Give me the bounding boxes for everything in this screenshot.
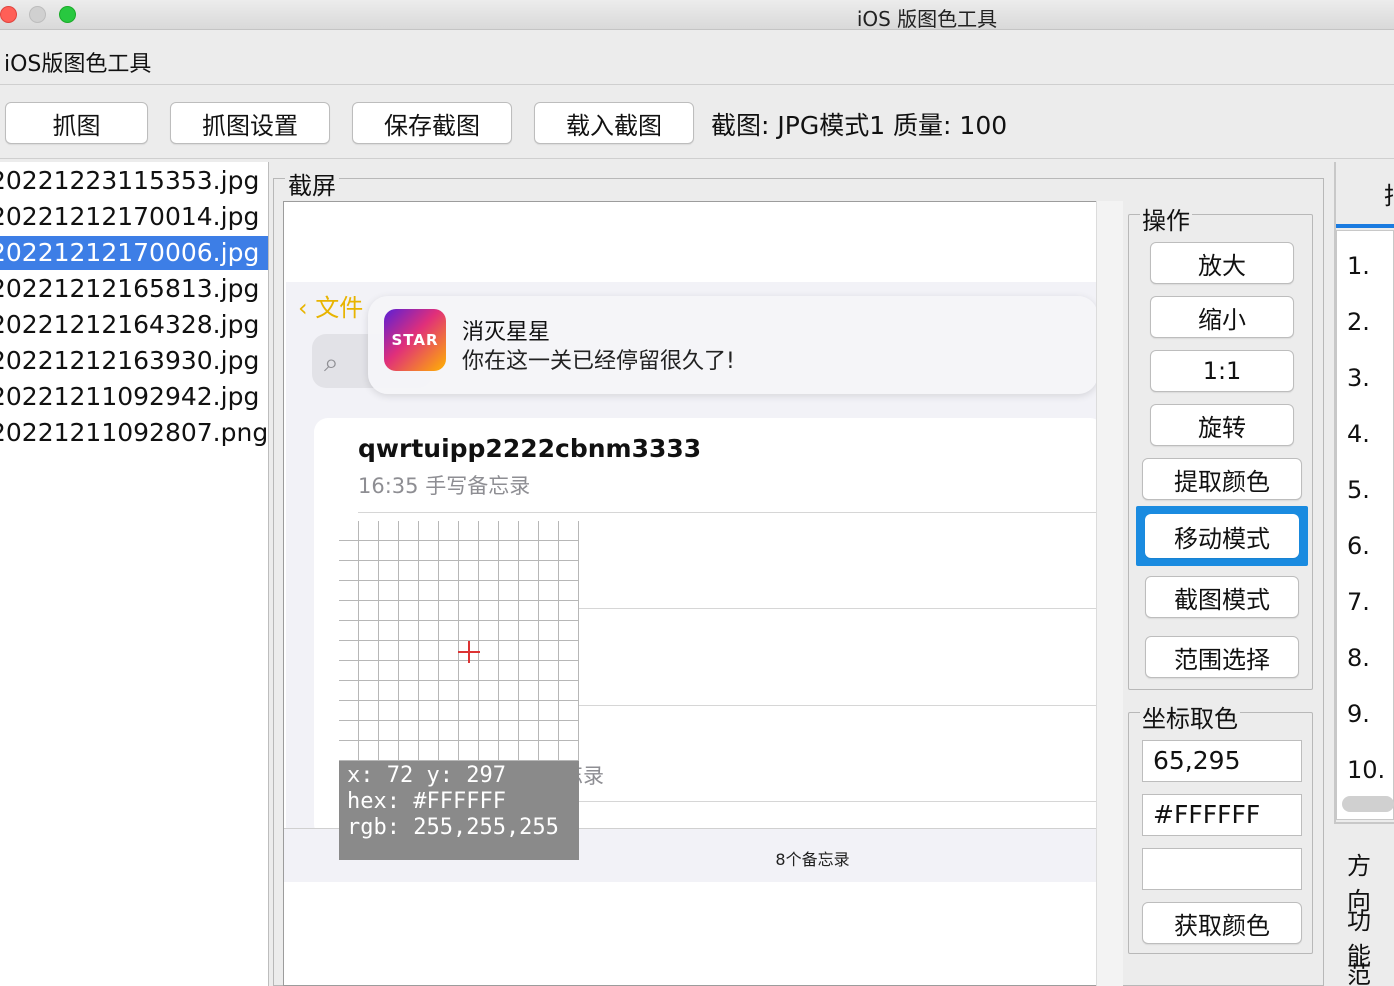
load-screenshot-button[interactable]: 载入截图 [534, 102, 694, 144]
step-number: 8. [1347, 644, 1370, 672]
coord-color-label: 坐标取色 [1140, 699, 1240, 734]
back-link-label: 文件 [315, 294, 364, 322]
file-item[interactable]: 20221211092942.jpg [0, 380, 268, 414]
save-screenshot-button[interactable]: 保存截图 [352, 102, 512, 144]
file-item[interactable]: 20221212170014.jpg [0, 200, 268, 234]
capture-settings-button[interactable]: 抓图设置 [170, 102, 330, 144]
step-number: 10. [1347, 756, 1386, 784]
file-item-selected[interactable]: 20221212170006.jpg [0, 236, 268, 270]
divider [576, 608, 1096, 609]
step-number: 2. [1347, 308, 1370, 336]
file-item[interactable]: 20221223115353.jpg [0, 164, 268, 198]
pixel-coordinates: x: 72 y: 297 [347, 763, 506, 788]
file-item[interactable]: 20221211092807.png [0, 416, 268, 450]
screen-group-label: 截屏 [285, 166, 339, 201]
file-list[interactable]: 20221223115353.jpg 20221212170014.jpg 20… [0, 162, 269, 986]
step-number: 6. [1347, 532, 1370, 560]
actual-size-button[interactable]: 1:1 [1150, 350, 1294, 392]
step-number: 1. [1347, 252, 1370, 280]
horizontal-scrollbar[interactable] [1342, 796, 1394, 812]
divider [0, 84, 1394, 85]
game-app-icon: STAR [384, 309, 446, 371]
chevron-left-icon: ‹ [298, 294, 308, 322]
move-mode-button[interactable]: 移动模式 [1145, 514, 1299, 558]
operations-label: 操作 [1140, 201, 1192, 236]
capture-button[interactable]: 抓图 [5, 102, 148, 144]
divider [576, 705, 1096, 706]
step-number: 9. [1347, 700, 1370, 728]
divider [358, 512, 1098, 513]
magnifier-grid [339, 521, 579, 761]
right-tab-label[interactable]: 拍 [1384, 176, 1394, 211]
file-item[interactable]: 20221212164328.jpg [0, 308, 268, 342]
file-item[interactable]: 20221212163930.jpg [0, 344, 268, 378]
capture-status: 截图: JPG模式1 质量: 100 [711, 111, 1008, 140]
back-link: ‹ 文件 [298, 288, 363, 323]
hex-color-field[interactable]: #FFFFFF [1142, 794, 1302, 836]
right-tab-indicator [1336, 224, 1394, 228]
note-meta: 16:35 手写备忘录 [358, 474, 531, 498]
app-menu-title: iOS版图色工具 [4, 52, 152, 77]
canvas-scrollbar[interactable] [1096, 201, 1123, 986]
divider [0, 158, 1394, 159]
step-number: 5. [1347, 476, 1370, 504]
notification-title: 消灭星星 [462, 320, 551, 345]
rotate-button[interactable]: 旋转 [1150, 404, 1294, 446]
range-label: 范围 [1347, 961, 1371, 986]
note-title: qwrtuipp2222cbnm3333 [358, 434, 702, 463]
search-icon: ⌕ [324, 348, 339, 378]
zoom-out-button[interactable]: 缩小 [1150, 296, 1294, 338]
divider [576, 801, 1096, 802]
get-color-button[interactable]: 获取颜色 [1142, 902, 1302, 944]
coordinate-field[interactable]: 65,295 [1142, 740, 1302, 782]
file-item[interactable]: 20221212165813.jpg [0, 272, 268, 306]
magnifier-info: x: 72 y: 297 hex: #FFFFFF rgb: 255,255,2… [339, 761, 579, 860]
step-number: 4. [1347, 420, 1370, 448]
operations-group [1128, 214, 1313, 690]
crosshair-icon [468, 641, 470, 663]
range-select-button[interactable]: 范围选择 [1145, 636, 1299, 678]
pick-color-button[interactable]: 提取颜色 [1142, 458, 1302, 500]
zoom-in-button[interactable]: 放大 [1150, 242, 1294, 284]
pixel-rgb: rgb: 255,255,255 [347, 815, 559, 840]
notification-message: 你在这一关已经停留很久了! [462, 349, 735, 374]
step-number: 7. [1347, 588, 1370, 616]
screenshot-canvas[interactable]: ‹ 文件 ⌕ STAR 消灭星星 你在这一关已经停留很久了! qwrtuipp2… [283, 201, 1123, 986]
window-title: iOS 版图色工具 [856, 7, 998, 31]
crop-mode-button[interactable]: 截图模式 [1145, 576, 1299, 618]
color-output-field[interactable] [1142, 848, 1302, 890]
pixel-hex: hex: #FFFFFF [347, 789, 506, 814]
step-number: 3. [1347, 364, 1370, 392]
